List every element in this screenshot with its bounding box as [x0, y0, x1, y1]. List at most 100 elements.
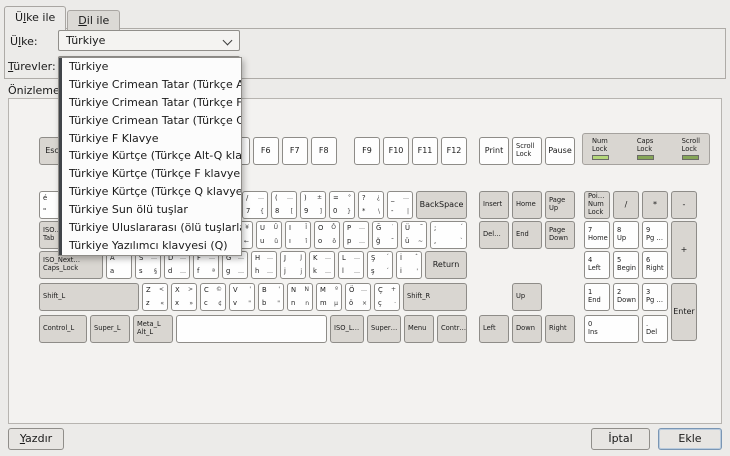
key-end: End	[512, 221, 542, 249]
dropdown-item[interactable]: Türkiye F Klavye	[59, 130, 241, 148]
key-up: Up	[512, 283, 542, 311]
key-: /	[613, 191, 639, 219]
keyboard-bottom-letter-row: Shift_LZ<z«X>x»C©c¢V'v"B'b"NNnnMºmµÖ…ö×Ç…	[39, 283, 467, 311]
key-9: 9Pg …	[642, 221, 668, 249]
key-iso-l: ISO_L…	[330, 315, 364, 343]
cancel-button[interactable]: İptal	[591, 428, 650, 450]
variant-dropdown-list: TürkiyeTürkiye Crimean Tatar (Türkçe Alt…	[58, 57, 242, 256]
dropdown-item[interactable]: Türkiye Kürtçe (Türkçe Q klavye)	[59, 183, 241, 201]
key-h: H…h…	[251, 251, 277, 279]
key-f9: F9	[354, 137, 380, 165]
tab-bar: Ülke ile Dil ile	[4, 6, 121, 30]
nav-cluster-delete-row: Del…EndPageDown	[479, 221, 575, 249]
key-backspace: BackSpace	[416, 191, 467, 219]
key-return: Return	[425, 251, 467, 279]
key-2: 2Down	[613, 283, 639, 311]
key-6: 6Right	[642, 251, 668, 279]
key-del: Del…	[479, 221, 509, 249]
key-: Ü˜ü~	[401, 221, 427, 249]
key-space	[176, 315, 327, 343]
led-indicator-scroll: ScrollLock	[682, 137, 700, 161]
key-0: =°0}	[329, 191, 355, 219]
key-0: 0Ins	[584, 315, 639, 343]
key-: Ş´ş´	[367, 251, 393, 279]
led-light	[637, 155, 654, 160]
key-f6: F6	[253, 137, 279, 165]
key-p: P…p…	[343, 221, 369, 249]
key-f12: F12	[441, 137, 467, 165]
key-x: X>x»	[171, 283, 197, 311]
led-light	[592, 155, 609, 160]
tab-by-country[interactable]: Ülke ile	[4, 6, 66, 30]
key-: ?¿*\	[358, 191, 384, 219]
key-1: 1End	[584, 283, 610, 311]
dropdown-item[interactable]: Türkiye Uluslararası (ölü tuşlarla)	[59, 219, 241, 237]
keyboard-modifier-row: Control_LSuper_LMeta_LAlt_LISO_L…Super…M…	[39, 315, 467, 343]
key-poi: Poi…NumLock	[584, 191, 610, 219]
key-shift-r: Shift_R	[403, 283, 467, 311]
key-7: 7Home	[584, 221, 610, 249]
key-f7: F7	[282, 137, 308, 165]
led-light	[682, 155, 699, 160]
key-: Ç+ç·	[374, 283, 400, 311]
key-f8: F8	[311, 137, 337, 165]
key-insert: Insert	[479, 191, 509, 219]
dropdown-item[interactable]: Türkiye Crimean Tatar (Türkçe Q)	[59, 112, 241, 130]
key-: -	[671, 191, 697, 219]
keyboard-gap	[340, 137, 351, 165]
country-combobox[interactable]: Türkiye	[58, 30, 240, 51]
key-9: )±9]	[300, 191, 326, 219]
arrow-keys-row: LeftDownRight	[479, 315, 575, 343]
key-: Ö…ö×	[345, 283, 371, 311]
key-f10: F10	[383, 137, 409, 165]
key-k: K…k…	[309, 251, 335, 279]
key-4: 4Left	[584, 251, 610, 279]
key-n: NNnn	[287, 283, 313, 311]
key-l: L…l…	[338, 251, 364, 279]
key-f11: F11	[412, 137, 438, 165]
key-page: PageDown	[545, 221, 575, 249]
key-pause: Pause	[545, 137, 575, 165]
nav-cluster-insert-row: InsertHomePageUp	[479, 191, 575, 219]
key-: _…-|	[387, 191, 413, 219]
key-b: B'b"	[258, 283, 284, 311]
add-button[interactable]: Ekle	[658, 428, 722, 450]
led-indicator-caps: CapsLock	[637, 137, 654, 161]
key-m: Mºmµ	[316, 283, 342, 311]
key-print: Print	[479, 137, 509, 165]
dropdown-item[interactable]: Türkiye Kürtçe (Türkçe F klavye)	[59, 165, 241, 183]
key-meta-l: Meta_LAlt_L	[133, 315, 173, 343]
key-: +	[671, 221, 697, 279]
chevron-down-icon	[223, 36, 233, 46]
key-shift-l: Shift_L	[39, 283, 139, 311]
key-c: C©c¢	[200, 283, 226, 311]
key-page: PageUp	[545, 191, 575, 219]
country-combobox-value: Türkiye	[66, 34, 105, 47]
dropdown-item[interactable]: Türkiye Kürtçe (Türkçe Alt-Q klavye)	[59, 147, 241, 165]
key-home: Home	[512, 191, 542, 219]
key-: Ğ˙ğ˘	[372, 221, 398, 249]
dropdown-item[interactable]: Türkiye Yazılımcı klavyesi (Q)	[59, 237, 241, 255]
key-8: 8Up	[613, 221, 639, 249]
dropdown-item[interactable]: Türkiye Crimean Tatar (Türkçe F)	[59, 94, 241, 112]
led-indicator-num: NumLock	[592, 137, 609, 161]
key-down: Down	[512, 315, 542, 343]
key-5: 5Begin	[613, 251, 639, 279]
arrow-up-key-row: Up	[512, 283, 542, 311]
key-super: Super…	[367, 315, 401, 343]
country-label: Ülke:	[10, 35, 38, 48]
key-: .Del	[642, 315, 668, 343]
dropdown-edge-strip	[59, 58, 62, 255]
dropdown-item[interactable]: Türkiye Crimean Tatar (Türkçe Alt-Q)	[59, 76, 241, 94]
key-: *	[642, 191, 668, 219]
tab-by-language[interactable]: Dil ile	[67, 10, 120, 30]
key-z: Z<z«	[142, 283, 168, 311]
key-scroll: ScrollLock	[512, 137, 542, 165]
key-super-l: Super_L	[90, 315, 130, 343]
preview-label: Önizleme:	[8, 84, 63, 97]
key-7: /…7{	[242, 191, 268, 219]
print-button[interactable]: Yazdır	[8, 428, 64, 450]
dropdown-item[interactable]: Türkiye	[59, 58, 241, 76]
key-i: İˆi'	[396, 251, 422, 279]
dropdown-item[interactable]: Türkiye Sun ölü tuşlar	[59, 201, 241, 219]
